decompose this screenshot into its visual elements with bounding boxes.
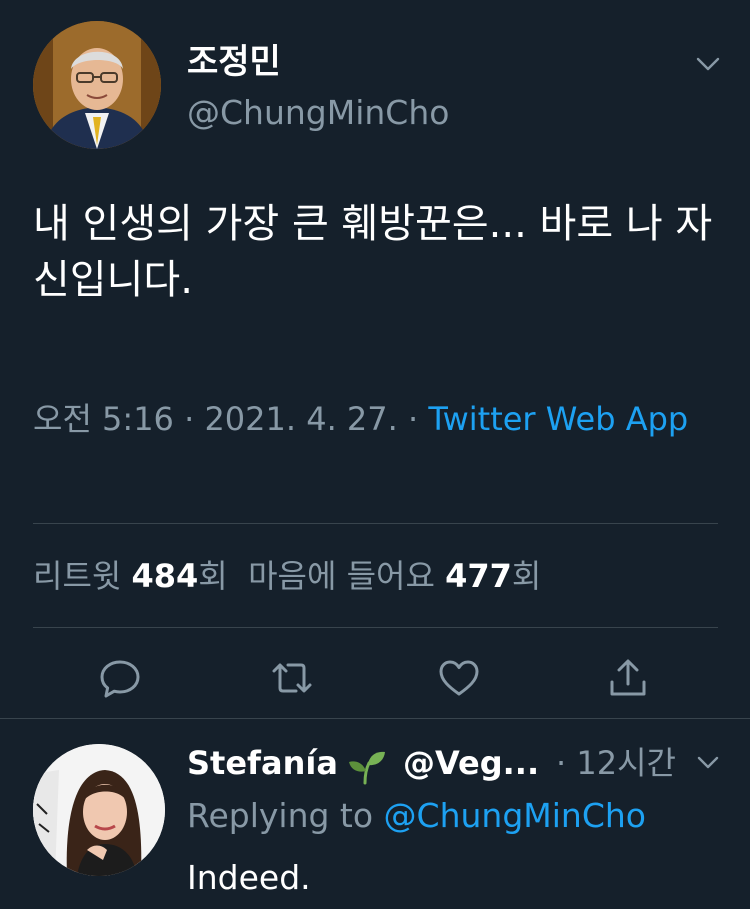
replying-to-mention[interactable]: @ChungMinCho bbox=[384, 796, 646, 835]
divider bbox=[33, 627, 718, 628]
tweet-date: 2021. 4. 27. bbox=[204, 400, 398, 438]
reply-timestamp[interactable]: 12시간 bbox=[576, 744, 676, 782]
share-icon[interactable] bbox=[604, 654, 652, 702]
reply-text: Indeed. bbox=[187, 858, 311, 897]
seedling-icon bbox=[347, 749, 387, 785]
retweet-label[interactable]: 리트윗 bbox=[33, 557, 121, 595]
reply-icon[interactable] bbox=[96, 654, 144, 702]
reply-separator: · bbox=[556, 744, 567, 782]
like-label[interactable]: 마음에 들어요 bbox=[248, 557, 435, 595]
divider bbox=[33, 523, 718, 524]
reply-author-name[interactable]: Stefanía bbox=[187, 742, 338, 784]
reply-avatar-image bbox=[33, 744, 165, 876]
tweet-time: 오전 5:16 bbox=[33, 400, 174, 438]
like-count[interactable]: 477 bbox=[445, 557, 512, 595]
divider bbox=[0, 718, 750, 719]
like-icon[interactable] bbox=[435, 654, 483, 702]
tweet-text: 내 인생의 가장 큰 훼방꾼은... 바로 나 자신입니다. bbox=[33, 201, 713, 303]
author-avatar[interactable] bbox=[33, 21, 161, 149]
reply-author-avatar[interactable] bbox=[33, 744, 165, 876]
meta-separator: · bbox=[407, 400, 419, 438]
retweet-count-suffix: 회 bbox=[198, 557, 228, 595]
reply-author-handle[interactable]: @Veg... bbox=[403, 742, 539, 784]
replying-to-label: Replying to bbox=[187, 796, 374, 835]
chevron-down-icon[interactable] bbox=[694, 53, 722, 75]
author-handle[interactable]: @ChungMinCho bbox=[187, 93, 449, 133]
tweet-source-link[interactable]: Twitter Web App bbox=[428, 400, 688, 438]
replying-to-line: Replying to @ChungMinCho bbox=[187, 794, 646, 838]
tweet-stats: 리트윗 484회 마음에 들어요 477회 bbox=[33, 552, 541, 600]
retweet-icon[interactable] bbox=[268, 654, 316, 702]
author-avatar-image bbox=[33, 21, 161, 149]
reply-time: · 12시간 bbox=[556, 742, 676, 784]
like-count-suffix: 회 bbox=[511, 557, 542, 595]
author-display-name[interactable]: 조정민 bbox=[187, 42, 281, 82]
tweet-meta: 오전 5:16 · 2021. 4. 27. · Twitter Web App bbox=[33, 392, 713, 446]
chevron-down-icon[interactable] bbox=[695, 752, 721, 772]
tweet-detail-page: 조정민 @ChungMinCho 내 인생의 가장 큰 훼방꾼은... 바로 나… bbox=[0, 0, 750, 909]
retweet-count[interactable]: 484 bbox=[132, 557, 199, 595]
meta-separator: · bbox=[184, 400, 195, 438]
